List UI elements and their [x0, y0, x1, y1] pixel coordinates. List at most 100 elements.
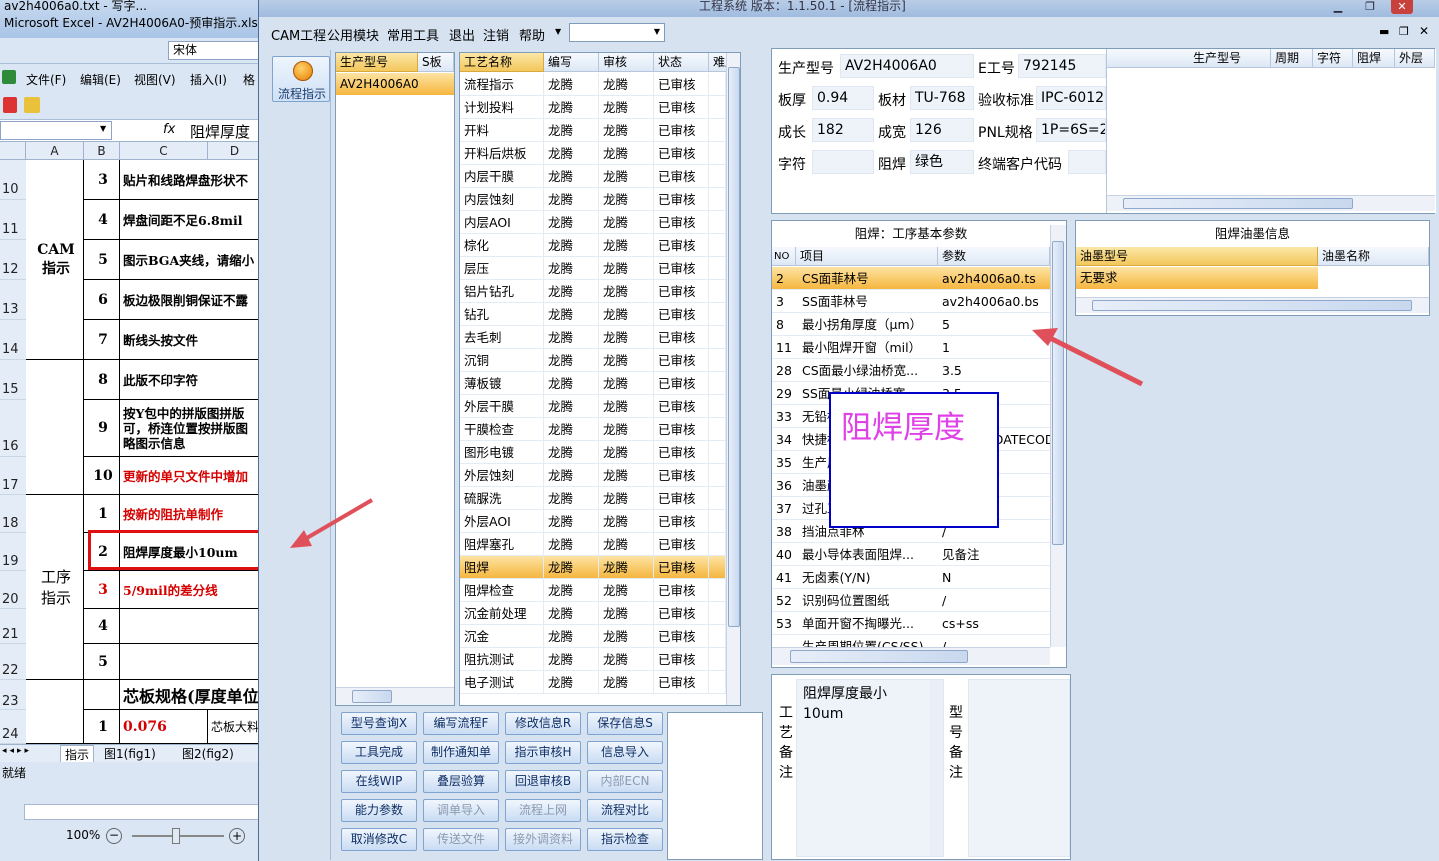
- reviewer-cell[interactable]: 龙腾: [599, 96, 654, 119]
- process-name-cell[interactable]: 外层蚀刻: [460, 464, 544, 487]
- difficulty-cell[interactable]: [709, 510, 726, 533]
- writer-cell[interactable]: 龙腾: [544, 395, 599, 418]
- zoom-out-icon[interactable]: −: [106, 828, 122, 844]
- process-row[interactable]: 干膜检查 龙腾 龙腾 已审核: [460, 418, 740, 441]
- writer-cell[interactable]: 龙腾: [544, 326, 599, 349]
- row-header[interactable]: 18: [0, 495, 26, 533]
- core-spec-cell[interactable]: 芯板规格(厚度单位: [120, 680, 262, 710]
- param-no[interactable]: 33: [776, 405, 796, 428]
- process-row[interactable]: 钻孔 龙腾 龙腾 已审核: [460, 303, 740, 326]
- action-button[interactable]: 回退审核B: [505, 770, 581, 793]
- writer-cell[interactable]: 龙腾: [544, 648, 599, 671]
- writer-cell[interactable]: 龙腾: [544, 579, 599, 602]
- menu-help[interactable]: 帮助: [519, 25, 545, 44]
- vertical-scrollbar[interactable]: [930, 680, 943, 856]
- param-no[interactable]: 36: [776, 474, 796, 497]
- process-row[interactable]: 计划投料 龙腾 龙腾 已审核: [460, 96, 740, 119]
- sheet-tab[interactable]: 图2(fig2): [182, 745, 234, 762]
- param-value[interactable]: 5: [942, 313, 1050, 336]
- reviewer-cell[interactable]: 龙腾: [599, 418, 654, 441]
- difficulty-cell[interactable]: [709, 280, 726, 303]
- writer-cell[interactable]: 龙腾: [544, 234, 599, 257]
- row-text-cell[interactable]: [120, 644, 262, 680]
- writer-cell[interactable]: 龙腾: [544, 349, 599, 372]
- param-no[interactable]: 29: [776, 382, 796, 405]
- param-no[interactable]: 53: [776, 612, 796, 635]
- row-header[interactable]: 14: [0, 320, 26, 360]
- param-no[interactable]: 8: [776, 313, 796, 336]
- row-text-cell[interactable]: 更新的单只文件中增加: [120, 457, 262, 495]
- process-row[interactable]: 图形电镀 龙腾 龙腾 已审核: [460, 441, 740, 464]
- action-button[interactable]: 工具完成: [341, 741, 417, 764]
- row-header[interactable]: 15: [0, 360, 26, 400]
- menu-view[interactable]: 视图(V): [134, 71, 176, 88]
- row-no-cell[interactable]: 4: [84, 200, 120, 240]
- process-row[interactable]: 电子测试 龙腾 龙腾 已审核: [460, 671, 740, 694]
- writer-cell[interactable]: 龙腾: [544, 119, 599, 142]
- model-field[interactable]: AV2H4006A0: [840, 54, 974, 78]
- param-row[interactable]: 3 SS面菲林号 av2h4006a0.bs: [772, 290, 1050, 313]
- row-header[interactable]: 11: [0, 200, 26, 240]
- action-button[interactable]: 编写流程F: [423, 712, 499, 735]
- process-row[interactable]: 沉铜 龙腾 龙腾 已审核: [460, 349, 740, 372]
- reviewer-cell[interactable]: 龙腾: [599, 464, 654, 487]
- param-no[interactable]: 41: [776, 566, 796, 589]
- writer-cell[interactable]: 龙腾: [544, 510, 599, 533]
- process-name-cell[interactable]: 开料后烘板: [460, 142, 544, 165]
- status-cell[interactable]: 已审核: [654, 648, 709, 671]
- name-box[interactable]: [0, 121, 112, 140]
- difficulty-cell[interactable]: [709, 441, 726, 464]
- tab-scroll-arrows-icon[interactable]: ◂◂▸▸: [2, 746, 32, 756]
- col-header-reviewer[interactable]: 审核: [599, 53, 654, 72]
- zoom-slider-thumb[interactable]: [172, 828, 180, 844]
- difficulty-cell[interactable]: [709, 326, 726, 349]
- param-no[interactable]: 34: [776, 428, 796, 451]
- param-no[interactable]: 37: [776, 497, 796, 520]
- difficulty-cell[interactable]: [709, 602, 726, 625]
- status-cell[interactable]: 已审核: [654, 510, 709, 533]
- writer-cell[interactable]: 龙腾: [544, 280, 599, 303]
- difficulty-cell[interactable]: [709, 257, 726, 280]
- reviewer-cell[interactable]: 龙腾: [599, 602, 654, 625]
- status-cell[interactable]: 已审核: [654, 119, 709, 142]
- difficulty-cell[interactable]: [709, 372, 726, 395]
- param-value[interactable]: 1: [942, 336, 1050, 359]
- process-row[interactable]: 外层干膜 龙腾 龙腾 已审核: [460, 395, 740, 418]
- difficulty-cell[interactable]: [709, 119, 726, 142]
- writer-cell[interactable]: 龙腾: [544, 464, 599, 487]
- row-no-cell[interactable]: 9: [84, 400, 120, 457]
- writer-cell[interactable]: 龙腾: [544, 165, 599, 188]
- row-header[interactable]: 19: [0, 533, 26, 571]
- process-row[interactable]: 内层AOI 龙腾 龙腾 已审核: [460, 211, 740, 234]
- ink-row-name[interactable]: [1318, 267, 1429, 289]
- chevron-down-icon[interactable]: ▼: [100, 124, 106, 133]
- chevron-down-icon[interactable]: ▼: [654, 27, 660, 36]
- writer-cell[interactable]: 龙腾: [544, 73, 599, 96]
- param-item[interactable]: 最小拐角厚度（μm）: [802, 313, 938, 336]
- process-row[interactable]: 开料后烘板 龙腾 龙腾 已审核: [460, 142, 740, 165]
- menu-exit[interactable]: 退出: [449, 25, 475, 44]
- model-row[interactable]: AV2H4006A0: [336, 73, 454, 95]
- difficulty-cell[interactable]: [709, 556, 726, 579]
- row-text-cell[interactable]: 图示BGA夹线，请缩小: [120, 240, 262, 280]
- param-row[interactable]: 11 最小阻焊开窗（mil） 1: [772, 336, 1050, 359]
- group-process-cell[interactable]: 工序 指示: [26, 495, 84, 680]
- row-text-cell[interactable]: 按新的阻抗单制作: [120, 495, 262, 533]
- status-cell[interactable]: 已审核: [654, 395, 709, 418]
- difficulty-cell[interactable]: [709, 625, 726, 648]
- fx-icon[interactable]: fx: [163, 122, 175, 137]
- reviewer-cell[interactable]: 龙腾: [599, 533, 654, 556]
- param-value[interactable]: /: [942, 589, 1050, 612]
- col-header-status[interactable]: 状态: [654, 53, 709, 72]
- standard-field[interactable]: IPC-6012: [1036, 86, 1106, 110]
- process-row[interactable]: 内层蚀刻 龙腾 龙腾 已审核: [460, 188, 740, 211]
- process-row[interactable]: 阻焊塞孔 龙腾 龙腾 已审核: [460, 533, 740, 556]
- grid-col-char[interactable]: 字符: [1313, 49, 1353, 68]
- group-empty-cell[interactable]: [26, 680, 84, 744]
- difficulty-cell[interactable]: [709, 395, 726, 418]
- param-row[interactable]: 52 识别码位置图纸 /: [772, 589, 1050, 612]
- mdi-restore-icon[interactable]: ❐: [1399, 25, 1409, 38]
- status-cell[interactable]: 已审核: [654, 372, 709, 395]
- process-name-cell[interactable]: 阻焊: [460, 556, 544, 579]
- scroll-thumb[interactable]: [1123, 198, 1353, 209]
